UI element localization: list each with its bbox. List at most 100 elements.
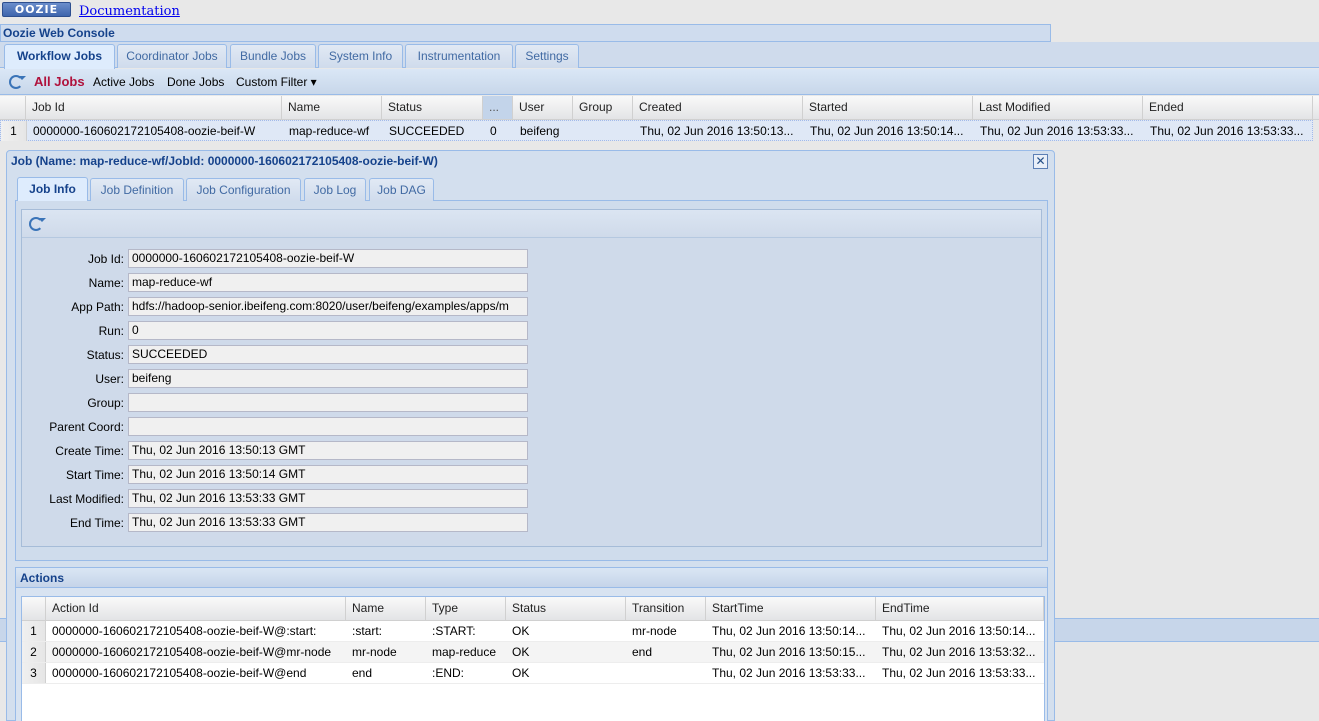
field-label-status: Status:	[86, 348, 124, 362]
action-id-cell: 0000000-160602172105408-oozie-beif-W@end	[52, 666, 307, 680]
row-number: 3	[22, 663, 46, 683]
filter-active-jobs[interactable]: Active Jobs	[93, 75, 154, 89]
main-tabbar: Workflow Jobs Coordinator Jobs Bundle Jo…	[0, 42, 1319, 69]
console-title: Oozie Web Console	[0, 24, 1051, 42]
field-create-time[interactable]: Thu, 02 Jun 2016 13:50:13 GMT	[128, 441, 528, 460]
action-type-cell: map-reduce	[432, 645, 497, 659]
field-start-time[interactable]: Thu, 02 Jun 2016 13:50:14 GMT	[128, 465, 528, 484]
refresh-icon[interactable]	[29, 217, 46, 231]
field-parent-coord[interactable]	[128, 417, 528, 436]
row-number: 1	[1, 121, 27, 141]
field-name[interactable]: map-reduce-wf	[128, 273, 528, 292]
header-action-start-time[interactable]: StartTime	[706, 597, 876, 620]
action-transition-cell	[626, 663, 706, 683]
close-icon[interactable]: ✕	[1033, 154, 1048, 169]
field-job-id[interactable]: 0000000-160602172105408-oozie-beif-W	[128, 249, 528, 268]
documentation-link[interactable]: Documentation	[79, 4, 180, 19]
field-label-start-time: Start Time:	[65, 468, 124, 482]
header-job-id[interactable]: Job Id	[26, 96, 282, 119]
job-last-modified-cell: Thu, 02 Jun 2016 13:53:33...	[980, 124, 1134, 138]
filter-all-jobs[interactable]: All Jobs	[34, 74, 85, 89]
action-row[interactable]: 3 0000000-160602172105408-oozie-beif-W@e…	[22, 663, 1044, 684]
tab-system-info[interactable]: System Info	[318, 44, 403, 68]
field-label-app-path: App Path:	[71, 300, 124, 314]
job-info-toolbar	[22, 210, 1041, 238]
header-group[interactable]: Group	[573, 96, 633, 119]
actions-body: Action Id Name Type Status Transition St…	[16, 588, 1047, 721]
action-row[interactable]: 2 0000000-160602172105408-oozie-beif-W@m…	[22, 642, 1044, 663]
header-action-end-time[interactable]: EndTime	[876, 597, 1044, 620]
field-label-group: Group:	[87, 396, 124, 410]
field-last-modified[interactable]: Thu, 02 Jun 2016 13:53:33 GMT	[128, 489, 528, 508]
tab-coordinator-jobs[interactable]: Coordinator Jobs	[117, 44, 227, 68]
tab-settings[interactable]: Settings	[515, 44, 579, 68]
header-ended[interactable]: Ended	[1143, 96, 1313, 119]
action-transition-cell: mr-node	[632, 624, 677, 638]
action-end-cell: Thu, 02 Jun 2016 13:53:32...	[882, 645, 1036, 659]
field-group[interactable]	[128, 393, 528, 412]
action-status-cell: OK	[512, 645, 530, 659]
action-end-cell: Thu, 02 Jun 2016 13:50:14...	[882, 624, 1036, 638]
header-action-id[interactable]: Action Id	[46, 597, 346, 620]
jobs-grid-header: Job Id Name Status ... User Group Create…	[0, 96, 1319, 120]
field-end-time[interactable]: Thu, 02 Jun 2016 13:53:33 GMT	[128, 513, 528, 532]
header-action-type[interactable]: Type	[426, 597, 506, 620]
action-status-cell: OK	[512, 624, 530, 638]
field-label-parent-coord: Parent Coord:	[49, 420, 124, 434]
field-user[interactable]: beifeng	[128, 369, 528, 388]
filter-done-jobs[interactable]: Done Jobs	[167, 75, 224, 89]
tab-job-log[interactable]: Job Log	[304, 178, 366, 202]
tab-bundle-jobs[interactable]: Bundle Jobs	[230, 44, 316, 68]
header-action-transition[interactable]: Transition	[626, 597, 706, 620]
job-status-cell: SUCCEEDED	[389, 124, 465, 138]
actions-panel: Actions Action Id Name Type Status Trans…	[15, 567, 1048, 721]
tab-job-info[interactable]: Job Info	[17, 177, 88, 202]
action-name-cell: end	[352, 666, 373, 680]
job-id-cell: 0000000-160602172105408-oozie-beif-W	[33, 124, 256, 138]
job-info-form: Job Id: 0000000-160602172105408-oozie-be…	[21, 209, 1042, 547]
header-last-modified[interactable]: Last Modified	[973, 96, 1143, 119]
actions-title: Actions	[16, 568, 1047, 588]
tab-job-dag[interactable]: Job DAG	[369, 178, 434, 202]
header-created[interactable]: Created	[633, 96, 803, 119]
job-subtabbar: Job Info Job Definition Job Configuratio…	[15, 177, 1048, 202]
job-row[interactable]: 1 0000000-160602172105408-oozie-beif-W m…	[0, 120, 1313, 141]
header-run[interactable]: ...	[483, 96, 513, 119]
field-app-path[interactable]: hdfs://hadoop-senior.ibeifeng.com:8020/u…	[128, 297, 528, 316]
job-created-cell: Thu, 02 Jun 2016 13:50:13...	[640, 124, 794, 138]
action-start-cell: Thu, 02 Jun 2016 13:50:14...	[712, 624, 866, 638]
actions-grid-header: Action Id Name Type Status Transition St…	[22, 597, 1044, 621]
field-label-user: User:	[95, 372, 124, 386]
row-number: 1	[22, 621, 46, 641]
job-user-cell: beifeng	[520, 124, 560, 138]
field-label-job-id: Job Id:	[87, 252, 124, 266]
field-label-last-modified: Last Modified:	[49, 492, 124, 506]
action-status-cell: OK	[512, 666, 530, 680]
jobs-toolbar: All Jobs Active Jobs Done Jobs Custom Fi…	[0, 69, 1319, 95]
header-status[interactable]: Status	[382, 96, 483, 119]
header-rownum	[0, 96, 26, 119]
tab-job-configuration[interactable]: Job Configuration	[186, 178, 301, 202]
header-action-status[interactable]: Status	[506, 597, 626, 620]
actions-grid: Action Id Name Type Status Transition St…	[21, 596, 1045, 721]
tab-job-definition[interactable]: Job Definition	[90, 178, 184, 202]
job-run-cell: 0	[490, 124, 497, 138]
field-label-run: Run:	[98, 324, 124, 338]
job-info-panel: Job Id: 0000000-160602172105408-oozie-be…	[15, 201, 1048, 561]
header-user[interactable]: User	[513, 96, 573, 119]
header-action-name[interactable]: Name	[346, 597, 426, 620]
field-status[interactable]: SUCCEEDED	[128, 345, 528, 364]
action-start-cell: Thu, 02 Jun 2016 13:53:33...	[712, 666, 866, 680]
field-run[interactable]: 0	[128, 321, 528, 340]
tab-instrumentation[interactable]: Instrumentation	[405, 44, 513, 68]
custom-filter-dropdown[interactable]: Custom Filter ▾	[236, 75, 317, 89]
header-name[interactable]: Name	[282, 96, 382, 119]
job-window-title: Job (Name: map-reduce-wf/JobId: 0000000-…	[11, 154, 438, 168]
refresh-icon[interactable]	[9, 75, 26, 89]
tab-workflow-jobs[interactable]: Workflow Jobs	[4, 44, 115, 69]
action-row[interactable]: 1 0000000-160602172105408-oozie-beif-W@:…	[22, 621, 1044, 642]
header-started[interactable]: Started	[803, 96, 973, 119]
job-detail-window: Job (Name: map-reduce-wf/JobId: 0000000-…	[6, 150, 1055, 721]
action-name-cell: mr-node	[352, 645, 397, 659]
field-label-create-time: Create Time:	[55, 444, 124, 458]
